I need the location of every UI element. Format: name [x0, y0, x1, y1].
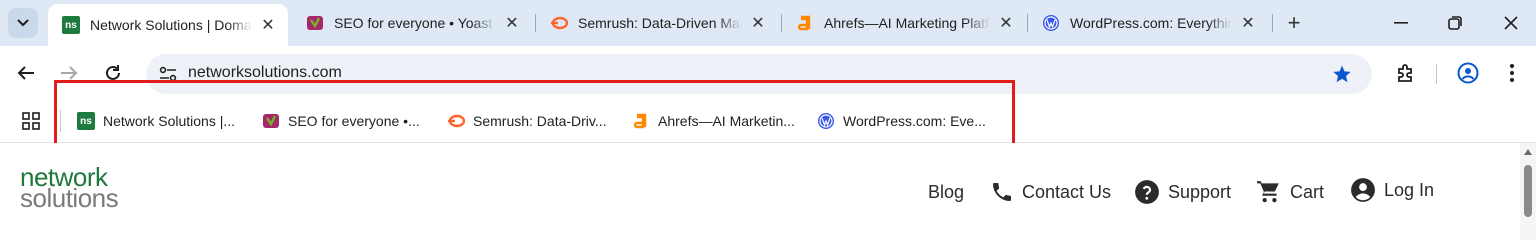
logo-line-2: solutions — [20, 183, 119, 213]
bookmark-yoast[interactable]: SEO for everyone •... — [262, 107, 420, 135]
bookmark-label: SEO for everyone •... — [288, 113, 420, 129]
apps-grid-icon — [22, 112, 40, 130]
bookmark-ahrefs[interactable]: Ahrefs—AI Marketin... — [632, 107, 795, 135]
tune-icon — [159, 66, 177, 82]
new-tab-button[interactable]: + — [1280, 9, 1308, 37]
close-icon[interactable]: ✕ — [996, 13, 1016, 33]
cart-icon — [1256, 179, 1282, 205]
reload-button[interactable] — [99, 59, 127, 87]
menu-button[interactable] — [1498, 59, 1526, 87]
yoast-icon — [306, 14, 324, 32]
back-button[interactable] — [12, 59, 40, 87]
profile-button[interactable] — [1454, 59, 1482, 87]
minimize-button[interactable] — [1386, 8, 1416, 38]
bookmark-star-button[interactable] — [1330, 62, 1354, 86]
nav-blog[interactable]: Blog — [928, 179, 964, 205]
nav-cart[interactable]: Cart — [1256, 179, 1324, 205]
puzzle-icon — [1398, 64, 1412, 82]
ahrefs-icon — [632, 112, 650, 130]
apps-button[interactable] — [18, 108, 44, 134]
more-vert-icon — [1510, 64, 1514, 82]
wordpress-icon — [1042, 14, 1060, 32]
nav-label: Blog — [928, 181, 965, 202]
nav-log-in[interactable]: Log In — [1350, 177, 1434, 203]
close-icon[interactable]: ✕ — [258, 15, 278, 35]
tab-title: Semrush: Data-Driven Marketing Tools — [578, 15, 742, 31]
minimize-icon — [1394, 22, 1408, 24]
bookmark-wordpress[interactable]: WordPress.com: Eve... — [817, 107, 986, 135]
phone-icon — [990, 180, 1014, 204]
site-info-button[interactable] — [154, 60, 182, 88]
close-icon[interactable]: ✕ — [502, 13, 522, 33]
wordpress-icon — [817, 112, 835, 130]
tab-semrush[interactable]: Semrush: Data-Driven Marketing Tools ✕ — [536, 0, 778, 46]
profile-icon — [1457, 62, 1479, 84]
scroll-up-icon[interactable] — [1524, 149, 1532, 155]
nav-label: Support — [1168, 181, 1232, 202]
bookmark-label: Ahrefs—AI Marketin... — [658, 113, 795, 129]
nav-contact-us[interactable]: Contact Us — [990, 179, 1111, 205]
close-window-button[interactable] — [1496, 8, 1526, 38]
close-icon[interactable]: ✕ — [748, 13, 768, 33]
nav-support[interactable]: Support — [1134, 179, 1231, 205]
bookmark-label: WordPress.com: Eve... — [843, 113, 986, 129]
page-scrollbar[interactable] — [1520, 143, 1536, 240]
nav-label: Log In — [1384, 179, 1435, 200]
tab-network-solutions[interactable]: ns Network Solutions | Domain Names, Web… — [48, 4, 288, 46]
scrollbar-thumb[interactable] — [1524, 165, 1532, 217]
bookmarks-divider — [60, 110, 61, 132]
address-bar[interactable]: networksolutions.com — [146, 54, 1372, 94]
tab-ahrefs[interactable]: Ahrefs—AI Marketing Platform ✕ — [782, 0, 1026, 46]
semrush-icon — [550, 14, 568, 32]
url-text[interactable]: networksolutions.com — [188, 54, 342, 94]
reload-icon — [106, 65, 120, 80]
bookmark-label: Semrush: Data-Driv... — [473, 113, 607, 129]
ns-icon: ns — [77, 112, 95, 130]
nav-label: Contact Us — [1022, 181, 1112, 202]
semrush-icon — [447, 112, 465, 130]
extensions-button[interactable] — [1392, 59, 1420, 87]
site-logo[interactable]: network solutions — [20, 164, 119, 213]
close-icon[interactable]: ✕ — [1238, 13, 1258, 33]
web-page: network solutions Blog Contact Us Suppor… — [0, 143, 1536, 240]
restore-button[interactable] — [1440, 8, 1470, 38]
yoast-icon — [262, 112, 280, 130]
bookmark-network-solutions[interactable]: ns Network Solutions |... — [77, 107, 235, 135]
close-icon — [1504, 16, 1518, 30]
restore-icon — [1448, 16, 1462, 30]
tab-wordpress[interactable]: WordPress.com: Everything you need ✕ — [1028, 0, 1268, 46]
star-icon — [1333, 65, 1351, 83]
tab-title: WordPress.com: Everything you need — [1070, 15, 1232, 31]
toolbar-divider — [1436, 64, 1437, 84]
tab-yoast[interactable]: SEO for everyone • Yoast ✕ — [292, 0, 532, 46]
account-icon — [1350, 177, 1376, 203]
tab-strip: ns Network Solutions | Domain Names, Web… — [0, 0, 1536, 46]
ns-icon: ns — [62, 16, 80, 34]
tab-search-button[interactable] — [8, 8, 38, 38]
tab-title: Network Solutions | Domain Names, Web Ho… — [90, 17, 252, 33]
bookmark-label: Network Solutions |... — [103, 113, 236, 129]
ahrefs-icon — [796, 14, 814, 32]
nav-label: Cart — [1290, 181, 1325, 202]
forward-button[interactable] — [55, 59, 83, 87]
bookmark-semrush[interactable]: Semrush: Data-Driv... — [447, 107, 607, 135]
browser-toolbar: networksolutions.com — [0, 46, 1536, 100]
help-icon — [1134, 179, 1160, 205]
back-arrow-icon — [17, 66, 34, 80]
tab-divider — [1272, 14, 1273, 32]
bookmarks-bar: ns Network Solutions |... SEO for everyo… — [0, 100, 1536, 143]
chevron-down-icon — [17, 19, 29, 27]
tab-title: Ahrefs—AI Marketing Platform — [824, 15, 990, 31]
tab-title: SEO for everyone • Yoast — [334, 15, 493, 31]
forward-arrow-icon — [61, 66, 78, 80]
